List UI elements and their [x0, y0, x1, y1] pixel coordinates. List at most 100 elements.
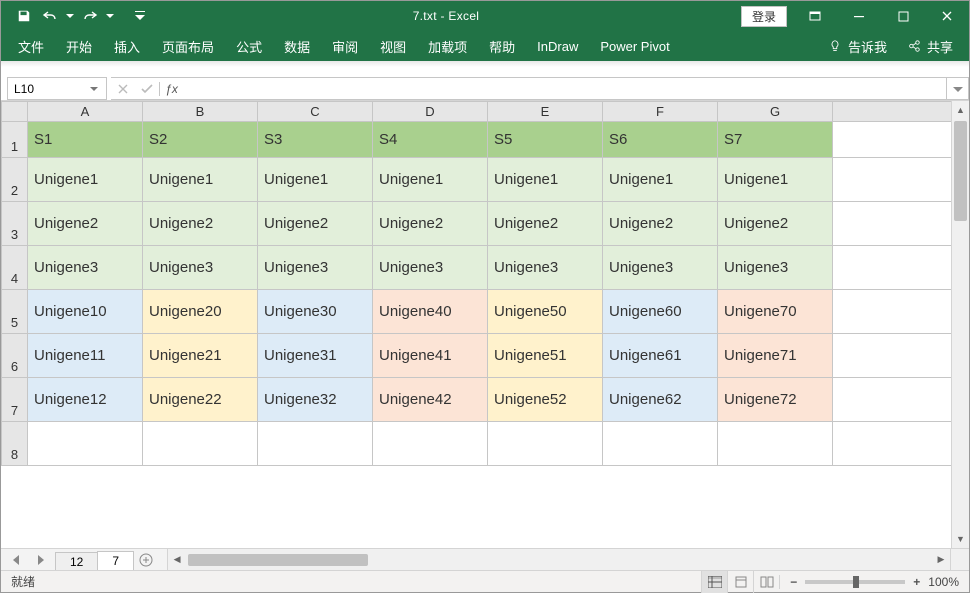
scroll-down-icon[interactable]: ▼ — [952, 530, 969, 548]
formula-bar-expand-icon[interactable] — [947, 77, 969, 100]
ribbon-tab-formulas[interactable]: 公式 — [225, 31, 273, 62]
cell[interactable] — [28, 422, 143, 466]
cell[interactable]: S3 — [258, 122, 373, 158]
ribbon-tab-data[interactable]: 数据 — [273, 31, 321, 62]
cell[interactable]: S5 — [488, 122, 603, 158]
cancel-formula-icon[interactable] — [111, 84, 135, 94]
cell[interactable] — [373, 422, 488, 466]
column-header[interactable]: A — [28, 102, 143, 122]
horizontal-scrollbar[interactable]: ◀ ▶ — [167, 549, 951, 570]
name-box-dropdown-icon[interactable] — [90, 85, 106, 93]
cell[interactable]: Unigene50 — [488, 290, 603, 334]
row-header[interactable]: 1 — [2, 122, 28, 158]
cell[interactable] — [833, 122, 969, 158]
column-header[interactable]: F — [603, 102, 718, 122]
cell[interactable]: Unigene1 — [718, 158, 833, 202]
cell[interactable]: S1 — [28, 122, 143, 158]
cell[interactable]: Unigene3 — [28, 246, 143, 290]
row-header[interactable]: 7 — [2, 378, 28, 422]
sheet-tab[interactable]: 12 — [55, 552, 98, 570]
zoom-slider-knob[interactable] — [853, 576, 859, 588]
sheet-tab[interactable]: 7 — [97, 551, 134, 570]
column-header[interactable]: G — [718, 102, 833, 122]
select-all-corner[interactable] — [2, 102, 28, 122]
cell[interactable] — [488, 422, 603, 466]
cell[interactable]: Unigene12 — [28, 378, 143, 422]
scroll-right-icon[interactable]: ▶ — [932, 554, 950, 565]
redo-dropdown-icon[interactable] — [105, 5, 115, 27]
cell[interactable]: Unigene1 — [488, 158, 603, 202]
name-box[interactable] — [8, 79, 90, 99]
normal-view-icon[interactable] — [701, 571, 727, 593]
insert-function-icon[interactable]: ƒx — [159, 82, 183, 96]
cell[interactable]: Unigene71 — [718, 334, 833, 378]
sheet-tab-nav[interactable] — [1, 549, 55, 570]
page-break-view-icon[interactable] — [753, 571, 779, 593]
cell[interactable]: Unigene3 — [258, 246, 373, 290]
share-button[interactable]: 共享 — [897, 31, 963, 62]
cell[interactable]: S6 — [603, 122, 718, 158]
cell[interactable]: Unigene3 — [488, 246, 603, 290]
zoom-in-button[interactable]: + — [913, 575, 920, 589]
login-button[interactable]: 登录 — [741, 6, 787, 27]
cell[interactable]: Unigene40 — [373, 290, 488, 334]
column-header[interactable]: B — [143, 102, 258, 122]
cell[interactable] — [833, 422, 969, 466]
cell[interactable]: Unigene11 — [28, 334, 143, 378]
cell[interactable]: Unigene60 — [603, 290, 718, 334]
tab-nav-prev-icon[interactable] — [13, 555, 21, 565]
cell[interactable]: Unigene42 — [373, 378, 488, 422]
column-header[interactable]: C — [258, 102, 373, 122]
cell[interactable]: Unigene20 — [143, 290, 258, 334]
cell[interactable]: Unigene22 — [143, 378, 258, 422]
cell[interactable] — [833, 334, 969, 378]
cell[interactable]: Unigene2 — [718, 202, 833, 246]
ribbon-tab-help[interactable]: 帮助 — [478, 31, 526, 62]
undo-icon[interactable] — [39, 5, 61, 27]
cell[interactable]: Unigene21 — [143, 334, 258, 378]
cell[interactable]: Unigene2 — [258, 202, 373, 246]
row-header[interactable]: 6 — [2, 334, 28, 378]
page-layout-view-icon[interactable] — [727, 571, 753, 593]
cell[interactable] — [833, 246, 969, 290]
redo-icon[interactable] — [79, 5, 101, 27]
cell[interactable]: Unigene3 — [718, 246, 833, 290]
cell[interactable]: Unigene41 — [373, 334, 488, 378]
cell[interactable]: Unigene51 — [488, 334, 603, 378]
cell[interactable] — [833, 290, 969, 334]
zoom-percent[interactable]: 100% — [928, 575, 959, 589]
cell[interactable]: Unigene1 — [28, 158, 143, 202]
ribbon-display-options-icon[interactable] — [793, 1, 837, 31]
tab-nav-next-icon[interactable] — [36, 555, 44, 565]
column-header[interactable]: D — [373, 102, 488, 122]
column-header[interactable]: E — [488, 102, 603, 122]
enter-formula-icon[interactable] — [135, 84, 159, 94]
cell[interactable]: Unigene2 — [28, 202, 143, 246]
ribbon-tab-view[interactable]: 视图 — [369, 31, 417, 62]
cell[interactable]: Unigene61 — [603, 334, 718, 378]
cell[interactable]: Unigene62 — [603, 378, 718, 422]
ribbon-tab-addins[interactable]: 加载项 — [417, 31, 478, 62]
cell[interactable]: Unigene1 — [143, 158, 258, 202]
cell[interactable]: S4 — [373, 122, 488, 158]
maximize-button[interactable] — [881, 1, 925, 31]
scroll-up-icon[interactable]: ▲ — [952, 101, 969, 119]
row-header[interactable]: 5 — [2, 290, 28, 334]
cell[interactable]: Unigene1 — [603, 158, 718, 202]
cell[interactable]: Unigene52 — [488, 378, 603, 422]
cell[interactable]: Unigene2 — [143, 202, 258, 246]
cell[interactable]: S7 — [718, 122, 833, 158]
save-icon[interactable] — [13, 5, 35, 27]
scroll-left-icon[interactable]: ◀ — [168, 554, 186, 565]
ribbon-tab-file[interactable]: 文件 — [7, 31, 55, 62]
cell[interactable] — [143, 422, 258, 466]
minimize-button[interactable] — [837, 1, 881, 31]
column-header[interactable] — [833, 102, 969, 122]
cell[interactable] — [833, 202, 969, 246]
cell[interactable]: Unigene1 — [258, 158, 373, 202]
cell[interactable]: Unigene2 — [603, 202, 718, 246]
zoom-slider[interactable] — [805, 580, 905, 584]
cell[interactable]: Unigene3 — [603, 246, 718, 290]
cell[interactable] — [833, 378, 969, 422]
horizontal-scroll-thumb[interactable] — [188, 554, 368, 566]
